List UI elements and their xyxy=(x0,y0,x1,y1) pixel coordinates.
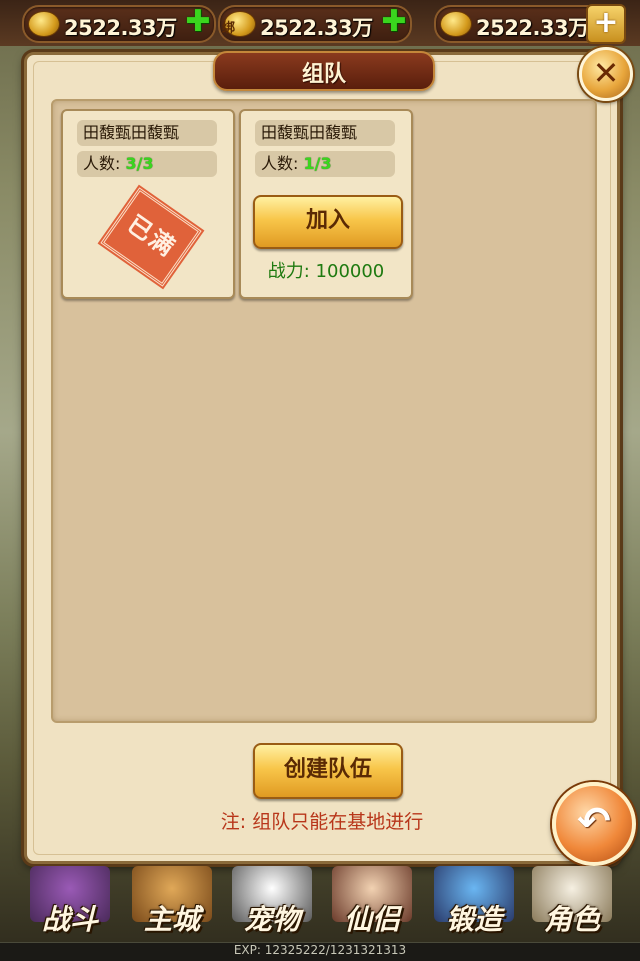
dialog-title: 组队 xyxy=(301,62,346,87)
nav-item-character[interactable]: 角色 xyxy=(524,862,620,942)
team-leader-name: 田馥甄田馥甄 xyxy=(77,120,217,146)
nav-label: 角色 xyxy=(543,903,600,936)
join-team-button[interactable]: 加入 xyxy=(253,195,403,249)
team-power: 战力: 100000 xyxy=(267,261,385,282)
gold-amount: 2522.33万 xyxy=(476,16,589,40)
add-bound-gold-icon[interactable]: ✚ xyxy=(380,7,408,37)
nav-label: 仙侣 xyxy=(343,903,400,936)
copper-currency: 2522.33万 ✚ xyxy=(22,5,216,43)
exp-text: EXP: 12325222/1231321313 xyxy=(233,943,407,957)
copper-amount: 2522.33万 xyxy=(64,16,177,40)
bound-tag: 绑 xyxy=(222,21,236,36)
nav-label: 战斗 xyxy=(41,903,98,936)
recharge-plus-icon[interactable]: + xyxy=(586,4,626,44)
gold-currency: 2522.33万 + xyxy=(434,4,626,44)
team-dialog: 组队 ✕ 田馥甄田馥甄 人数: 3/3 已满 田馥甄田馥甄 人数: 1/3 加入… xyxy=(24,47,633,864)
create-team-button[interactable]: 创建队伍 xyxy=(253,743,403,799)
full-stamp: 已满 xyxy=(100,187,202,287)
nav-item-battle[interactable]: 战斗 xyxy=(22,862,118,942)
exp-bar: EXP: 12325222/1231321313 xyxy=(0,942,640,961)
count-value: 1/3 xyxy=(303,154,332,173)
team-list-panel[interactable]: 田馥甄田馥甄 人数: 3/3 已满 田馥甄田馥甄 人数: 1/3 加入 战力: … xyxy=(51,99,597,723)
count-value: 3/3 xyxy=(125,154,154,173)
add-copper-icon[interactable]: ✚ xyxy=(184,7,212,37)
close-button[interactable]: ✕ xyxy=(579,47,633,101)
nav-item-city[interactable]: 主城 xyxy=(124,862,220,942)
full-stamp-text: 已满 xyxy=(122,209,181,263)
nav-label: 主城 xyxy=(143,903,200,936)
currency-bar: 2522.33万 ✚ 绑 2522.33万 ✚ 2522.33万 + xyxy=(0,0,640,46)
team-leader-name: 田馥甄田馥甄 xyxy=(255,120,395,146)
gold-ingot-icon xyxy=(440,11,472,37)
bound-gold-currency: 绑 2522.33万 ✚ xyxy=(218,5,412,43)
count-label: 人数: xyxy=(83,154,121,173)
team-card: 田馥甄田馥甄 人数: 1/3 加入 战力: 100000 xyxy=(239,109,413,299)
nav-item-companion[interactable]: 仙侣 xyxy=(324,862,420,942)
team-member-count: 人数: 1/3 xyxy=(255,151,395,177)
close-icon: ✕ xyxy=(592,54,620,92)
nav-label: 锻造 xyxy=(445,903,502,936)
back-arrow-icon: ↶ xyxy=(577,799,611,845)
dialog-title-plate: 组队 xyxy=(213,51,435,91)
copper-coins-icon xyxy=(28,11,60,37)
count-label: 人数: xyxy=(261,154,299,173)
bottom-nav: 战斗 主城 宠物 仙侣 锻造 角色 xyxy=(0,862,640,942)
nav-item-forge[interactable]: 锻造 xyxy=(426,862,522,942)
team-card: 田馥甄田馥甄 人数: 3/3 已满 xyxy=(61,109,235,299)
back-button[interactable]: ↶ xyxy=(552,782,636,866)
bound-gold-amount: 2522.33万 xyxy=(260,16,373,40)
nav-item-pet[interactable]: 宠物 xyxy=(224,862,320,942)
nav-label: 宠物 xyxy=(243,903,300,936)
team-note: 注: 组队只能在基地进行 xyxy=(220,811,424,833)
team-member-count: 人数: 3/3 xyxy=(77,151,217,177)
